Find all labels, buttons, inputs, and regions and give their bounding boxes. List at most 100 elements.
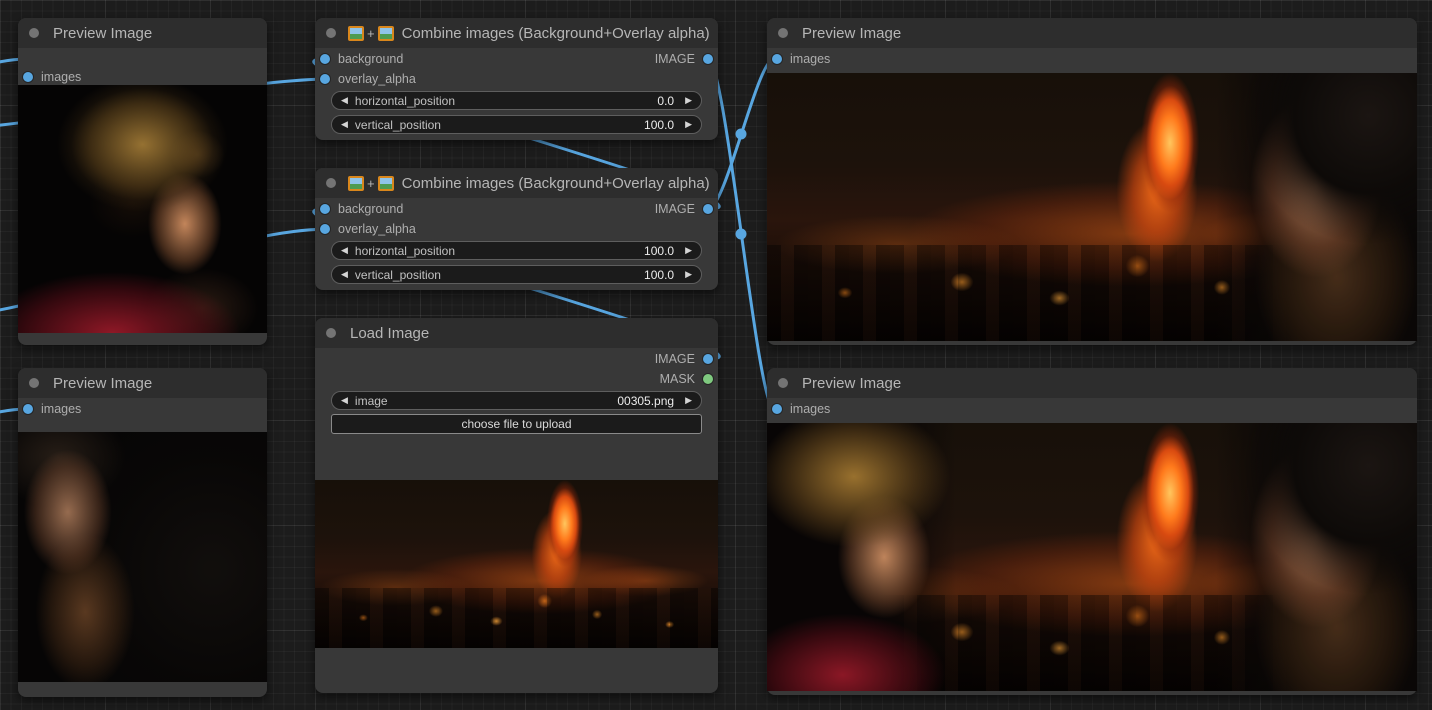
node-graph-canvas: { "ui": { "stepper_left": "◀", "stepper_…	[0, 0, 1432, 710]
input-port-images[interactable]: images	[772, 399, 830, 419]
input-dot-icon[interactable]	[23, 404, 33, 414]
loaded-image-burning-city	[315, 480, 718, 648]
output-dot-icon[interactable]	[703, 54, 713, 64]
preview-image-node-top-left[interactable]: Preview Image images	[18, 18, 267, 345]
preview-image-node-bottom-left[interactable]: Preview Image images	[18, 368, 267, 697]
input-port-background[interactable]: background	[320, 199, 403, 219]
widget-value: 100.0	[644, 244, 674, 258]
preview-output-image-city-with-bearded-man	[767, 73, 1417, 341]
input-label: images	[790, 402, 830, 416]
collapse-dot-icon[interactable]	[326, 28, 336, 38]
input-label: images	[41, 70, 81, 84]
collapse-dot-icon[interactable]	[778, 28, 788, 38]
stepper-right-icon[interactable]: ▶	[685, 120, 692, 129]
node-title-bar[interactable]: + Combine images (Background+Overlay alp…	[315, 18, 718, 48]
image-icon	[348, 176, 364, 191]
widget-horizontal-position[interactable]: ◀ horizontal_position 100.0 ▶	[331, 241, 702, 260]
stepper-left-icon[interactable]: ◀	[341, 96, 348, 105]
output-port-mask[interactable]: MASK	[660, 369, 713, 389]
input-dot-icon[interactable]	[23, 72, 33, 82]
output-label: IMAGE	[655, 52, 695, 66]
output-dot-icon[interactable]	[703, 374, 713, 384]
widget-label: vertical_position	[355, 118, 644, 132]
node-title: Preview Image	[802, 375, 901, 392]
stepper-left-icon[interactable]: ◀	[341, 120, 348, 129]
load-image-node[interactable]: Load Image IMAGE MASK ◀ image 00305.png …	[315, 318, 718, 693]
input-dot-icon[interactable]	[320, 204, 330, 214]
input-port-images[interactable]: images	[23, 399, 81, 419]
input-dot-icon[interactable]	[320, 224, 330, 234]
stepper-right-icon[interactable]: ▶	[685, 96, 692, 105]
input-port-background[interactable]: background	[320, 49, 403, 69]
output-label: IMAGE	[655, 202, 695, 216]
preview-output-image-final-composite	[767, 423, 1417, 691]
widget-label: horizontal_position	[355, 94, 657, 108]
plus-separator: +	[367, 26, 375, 41]
input-label: images	[790, 52, 830, 66]
collapse-dot-icon[interactable]	[326, 178, 336, 188]
stepper-left-icon[interactable]: ◀	[341, 270, 348, 279]
node-title-bar[interactable]: Preview Image	[18, 368, 267, 398]
stepper-right-icon[interactable]: ▶	[685, 396, 692, 405]
output-dot-icon[interactable]	[703, 204, 713, 214]
combine-images-node-bottom[interactable]: + Combine images (Background+Overlay alp…	[315, 168, 718, 290]
image-icon	[378, 176, 394, 191]
collapse-dot-icon[interactable]	[778, 378, 788, 388]
collapse-dot-icon[interactable]	[326, 328, 336, 338]
node-title-bar[interactable]: Preview Image	[18, 18, 267, 48]
collapse-dot-icon[interactable]	[29, 378, 39, 388]
output-port-image[interactable]: IMAGE	[655, 199, 713, 219]
bearded-man-overlay	[1216, 73, 1418, 341]
widget-horizontal-position[interactable]: ◀ horizontal_position 0.0 ▶	[331, 91, 702, 110]
input-dot-icon[interactable]	[320, 54, 330, 64]
input-label: background	[338, 202, 403, 216]
input-label: overlay_alpha	[338, 72, 416, 86]
widget-label: image	[355, 394, 617, 408]
image-icon	[348, 26, 364, 41]
widget-vertical-position[interactable]: ◀ vertical_position 100.0 ▶	[331, 265, 702, 284]
combine-images-node-top[interactable]: + Combine images (Background+Overlay alp…	[315, 18, 718, 140]
widget-image-filename[interactable]: ◀ image 00305.png ▶	[331, 391, 702, 410]
input-port-images[interactable]: images	[23, 67, 81, 87]
widget-value: 100.0	[644, 118, 674, 132]
node-title-bar[interactable]: Load Image	[315, 318, 718, 348]
preview-image-node-top-right[interactable]: Preview Image images	[767, 18, 1417, 345]
bearded-man-overlay	[1216, 423, 1418, 691]
preview-output-image-soldier	[18, 85, 267, 333]
collapse-dot-icon[interactable]	[29, 28, 39, 38]
stepper-left-icon[interactable]: ◀	[341, 396, 348, 405]
input-label: images	[41, 402, 81, 416]
input-port-images[interactable]: images	[772, 49, 830, 69]
input-label: background	[338, 52, 403, 66]
stepper-right-icon[interactable]: ▶	[685, 270, 692, 279]
node-title: Preview Image	[802, 25, 901, 42]
input-label: overlay_alpha	[338, 222, 416, 236]
node-title-bar[interactable]: + Combine images (Background+Overlay alp…	[315, 168, 718, 198]
widget-label: horizontal_position	[355, 244, 644, 258]
node-title: Load Image	[350, 325, 429, 342]
wire-midpoint-dot	[736, 229, 747, 240]
widget-value: 0.0	[657, 94, 674, 108]
choose-file-button[interactable]: choose file to upload	[331, 414, 702, 434]
node-title-bar[interactable]: Preview Image	[767, 18, 1417, 48]
input-dot-icon[interactable]	[772, 404, 782, 414]
node-title-bar[interactable]: Preview Image	[767, 368, 1417, 398]
widget-vertical-position[interactable]: ◀ vertical_position 100.0 ▶	[331, 115, 702, 134]
output-dot-icon[interactable]	[703, 354, 713, 364]
input-port-overlay-alpha[interactable]: overlay_alpha	[320, 69, 416, 89]
output-label: IMAGE	[655, 352, 695, 366]
wire-midpoint-dot	[736, 129, 747, 140]
plus-separator: +	[367, 176, 375, 191]
input-dot-icon[interactable]	[320, 74, 330, 84]
node-title: Combine images (Background+Overlay alpha…	[402, 175, 710, 192]
widget-value: 100.0	[644, 268, 674, 282]
input-port-overlay-alpha[interactable]: overlay_alpha	[320, 219, 416, 239]
input-dot-icon[interactable]	[772, 54, 782, 64]
widget-label: vertical_position	[355, 268, 644, 282]
stepper-right-icon[interactable]: ▶	[685, 246, 692, 255]
stepper-left-icon[interactable]: ◀	[341, 246, 348, 255]
output-port-image[interactable]: IMAGE	[655, 349, 713, 369]
preview-image-node-bottom-right[interactable]: Preview Image images	[767, 368, 1417, 695]
preview-output-image-bearded-man	[18, 432, 267, 682]
output-port-image[interactable]: IMAGE	[655, 49, 713, 69]
